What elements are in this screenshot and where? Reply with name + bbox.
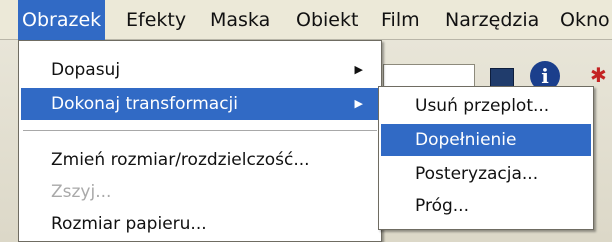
submenu-arrow-icon: ▶ [354,97,363,110]
menu-film[interactable]: Film [377,0,424,40]
menu-bar: Obrazek Efekty Maska Obiekt Film Narzędz… [0,0,612,40]
obrazek-dropdown-menu: Dopasuj ▶ Dokonaj transformacji ▶ Zmień … [18,40,382,242]
menu-obrazek[interactable]: Obrazek [18,0,106,40]
menu-item-label: Dokonaj transformacji [51,94,238,114]
menu-separator [23,130,377,131]
menu-item-zszyj: Zszyj... [21,176,379,208]
menu-okno[interactable]: Okno [556,0,612,40]
menu-item-dopasuj[interactable]: Dopasuj ▶ [21,54,379,86]
menu-obiekt[interactable]: Obiekt [292,0,362,40]
submenu-item-posteryzacja[interactable]: Posteryzacja... [381,158,591,190]
menu-item-dokonaj-transformacji[interactable]: Dokonaj transformacji ▶ [21,88,379,120]
menu-item-label: Zszyj... [51,182,112,202]
menu-item-label: Rozmiar papieru... [51,214,207,234]
submenu-arrow-icon: ▶ [354,63,363,76]
menu-item-zmien-rozmiar[interactable]: Zmień rozmiar/rozdzielczość... [21,144,379,176]
menu-item-rozmiar-papieru[interactable]: Rozmiar papieru... [21,208,379,240]
submenu-item-prog[interactable]: Próg... [381,190,591,222]
submenu-item-usun-przeplot[interactable]: Usuń przeplot... [381,90,591,122]
submenu-item-dopelnienie[interactable]: Dopełnienie [381,124,591,156]
menu-maska[interactable]: Maska [206,0,274,40]
menu-item-label: Zmień rozmiar/rozdzielczość... [51,150,310,170]
menu-narzedzia[interactable]: Narzędzia [441,0,543,40]
transform-submenu: Usuń przeplot... Dopełnienie Posteryzacj… [378,86,594,230]
menu-efekty[interactable]: Efekty [122,0,190,40]
close-icon[interactable]: ✱ [590,65,608,85]
menu-item-label: Dopasuj [51,60,121,80]
